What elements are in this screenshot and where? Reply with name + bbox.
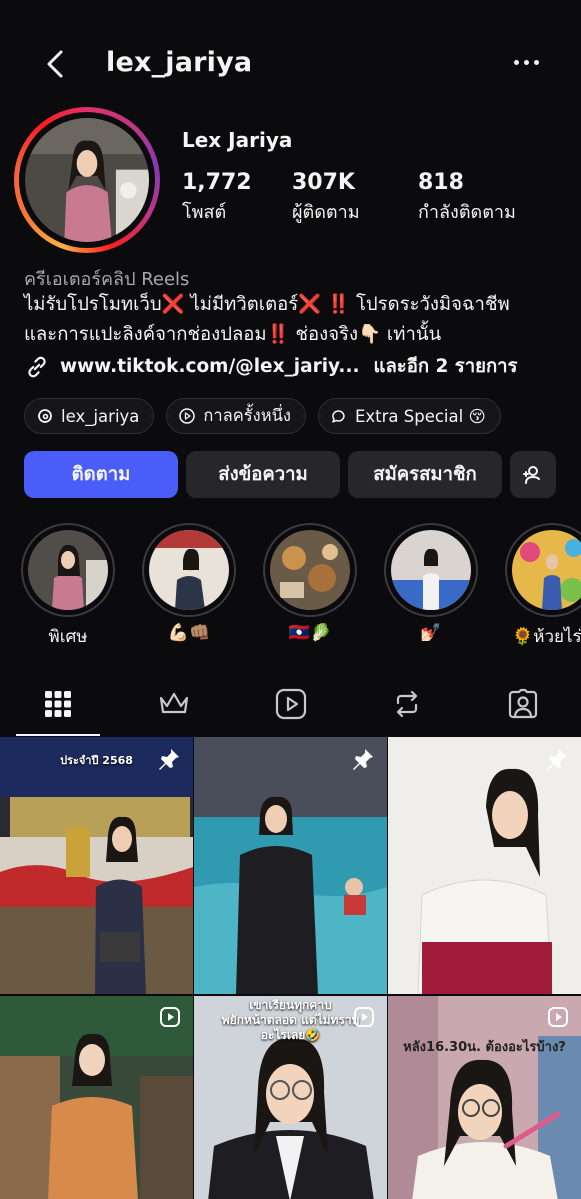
following-count: 818 <box>418 170 464 195</box>
avatar-photo <box>25 118 149 242</box>
profile-actions: ติดตาม ส่งข้อความ สมัครสมาชิก <box>24 451 556 498</box>
posts-grid: ประจำปี 2568 เขาเรียนทุกคาบ พยักหน้าตลอด… <box>0 737 581 1199</box>
tab-reels[interactable] <box>232 672 348 736</box>
highlight-cover <box>270 530 350 610</box>
crown-icon <box>160 692 189 714</box>
highlight-cover <box>391 530 471 610</box>
top-bar: lex_jariya <box>0 30 581 100</box>
pin-icon <box>353 749 373 770</box>
profile-username: lex_jariya <box>106 47 253 78</box>
post-thumbnail[interactable] <box>388 737 581 994</box>
highlight-label: 💪🏻👊🏽 <box>167 623 211 643</box>
post-caption-line-3: อะไรเลย🤣 <box>260 1028 321 1042</box>
post-thumbnail[interactable] <box>194 737 387 994</box>
profile-avatar[interactable] <box>14 107 160 253</box>
highlight-label: 💅🏻 <box>420 623 442 643</box>
follow-button[interactable]: ติดตาม <box>24 451 178 498</box>
threads-chip-label: lex_jariya <box>61 406 140 426</box>
reel-badge-icon <box>160 1007 180 1027</box>
add-person-button[interactable] <box>510 451 556 498</box>
grid-icon <box>45 691 72 717</box>
reels-icon <box>275 688 306 720</box>
pin-icon <box>159 749 179 770</box>
following-stat[interactable]: 818 กำลังติดตาม <box>418 170 516 226</box>
threads-icon <box>38 409 52 423</box>
playlist-chip[interactable]: กาลครั้งหนึ่ง <box>166 398 306 434</box>
post-caption-text: หลัง16.30น. ต้องอะไรบ้าง? <box>403 1040 566 1055</box>
display-name: Lex Jariya <box>182 128 293 152</box>
tab-subscriber[interactable] <box>116 672 232 736</box>
post-thumbnail[interactable] <box>0 996 193 1199</box>
channel-chip-label: Extra Special 😚 <box>354 406 486 426</box>
highlight-item[interactable]: 🇱🇦🥬 <box>263 523 357 643</box>
highlight-cover <box>149 530 229 610</box>
more-links[interactable]: และอีก 2 รายการ <box>374 352 518 381</box>
highlight-item[interactable]: 💅🏻 <box>384 523 478 643</box>
add-person-icon <box>523 465 540 484</box>
highlight-cover <box>512 530 581 610</box>
tab-tagged[interactable] <box>465 672 581 736</box>
bio-line-2: และการแปะลิงค์จากช่องปลอม‼️ ช่องจริง👇🏻 เ… <box>24 324 442 345</box>
posts-label: โพสต์ <box>182 202 227 223</box>
posts-count: 1,772 <box>182 170 252 195</box>
posts-stat[interactable]: 1,772 โพสต์ <box>182 170 252 226</box>
pin-icon <box>547 749 567 770</box>
chat-icon <box>332 410 345 423</box>
highlight-item[interactable]: พิเศษ <box>21 523 115 650</box>
reel-badge-icon <box>548 1007 568 1027</box>
threads-chip[interactable]: lex_jariya <box>24 398 155 434</box>
message-button[interactable]: ส่งข้อความ <box>186 451 340 498</box>
highlight-label: 🇱🇦🥬 <box>288 623 332 643</box>
story-highlights: พิเศษ 💪🏻👊🏽 🇱🇦🥬 💅🏻 🌻ห้วยไร่อิ <box>0 523 581 653</box>
tab-posts[interactable] <box>0 672 116 736</box>
highlight-cover <box>28 530 108 610</box>
followers-label: ผู้ติดตาม <box>292 202 360 223</box>
following-label: กำลังติดตาม <box>418 202 516 223</box>
profile-category: ครีเอเตอร์คลิป Reels <box>24 269 190 290</box>
subscribe-button[interactable]: สมัครสมาชิก <box>348 451 502 498</box>
channel-chip[interactable]: Extra Special 😚 <box>317 398 501 434</box>
tab-reposts[interactable] <box>349 672 465 736</box>
highlight-label: พิเศษ <box>48 627 88 647</box>
profile-bio: ไม่รับโปรโมทเว็บ❌ ไม่มีทวิตเตอร์❌ ‼️ โปร… <box>24 290 564 350</box>
profile-chips: lex_jariya กาลครั้งหนึ่ง Extra Special 😚 <box>24 398 501 434</box>
playlist-chip-label: กาลครั้งหนึ่ง <box>203 406 291 425</box>
highlight-item[interactable]: 💪🏻👊🏽 <box>142 523 236 643</box>
more-options-icon[interactable] <box>514 60 539 65</box>
play-icon <box>179 408 196 424</box>
bio-line-1: ไม่รับโปรโมทเว็บ❌ ไม่มีทวิตเตอร์❌ ‼️ โปร… <box>24 294 510 315</box>
post-thumbnail[interactable]: เขาเรียนทุกคาบ พยักหน้าตลอด แต่ไม่ทราบ อ… <box>194 996 387 1199</box>
post-thumbnail[interactable]: ประจำปี 2568 <box>0 737 193 994</box>
highlight-item[interactable]: 🌻ห้วยไร่อิ <box>505 523 581 650</box>
link-icon <box>28 356 46 377</box>
bio-link-row[interactable]: www.tiktok.com/@lex_jariy... และอีก 2 รา… <box>24 352 517 381</box>
reel-badge-icon <box>354 1007 374 1027</box>
post-thumbnail[interactable]: หลัง16.30น. ต้องอะไรบ้าง? <box>388 996 581 1199</box>
followers-stat[interactable]: 307K ผู้ติดตาม <box>292 170 360 226</box>
back-arrow-icon[interactable] <box>40 48 72 80</box>
bio-link[interactable]: www.tiktok.com/@lex_jariy... <box>60 356 360 377</box>
repost-icon <box>396 690 417 718</box>
highlight-label: 🌻ห้วยไร่อิ <box>512 627 581 647</box>
content-tabs <box>0 672 581 736</box>
followers-count: 307K <box>292 170 355 195</box>
tagged-icon <box>508 688 538 719</box>
